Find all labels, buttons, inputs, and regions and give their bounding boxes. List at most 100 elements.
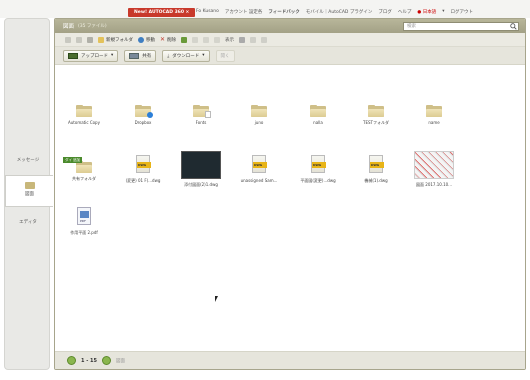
file-item[interactable]: Fonts bbox=[172, 105, 230, 125]
file-label: unassigned Sam... bbox=[240, 178, 278, 183]
nav-account-settings[interactable]: アカウント 設定各 bbox=[225, 9, 262, 15]
download-icon: ⤓ bbox=[167, 53, 170, 59]
pdf-file-icon: PDF bbox=[77, 207, 91, 225]
copy-icon[interactable] bbox=[192, 36, 199, 43]
folder-icon bbox=[310, 105, 326, 117]
sidebar-item-editor[interactable]: エディタ bbox=[5, 219, 51, 225]
up-folder-icon[interactable] bbox=[87, 36, 93, 43]
file-item[interactable]: DWG 平面図(変更)...dwg bbox=[289, 153, 347, 184]
download-button[interactable]: ⤓ ダウンロード ▾ bbox=[162, 49, 210, 62]
folder-icon bbox=[426, 105, 442, 117]
page-title: 図面 bbox=[63, 24, 75, 30]
refresh-icon[interactable] bbox=[261, 36, 268, 43]
paste-icon[interactable] bbox=[214, 36, 221, 43]
dwg-file-icon: DWG bbox=[252, 155, 267, 173]
nav-help[interactable]: ヘルプ bbox=[398, 9, 412, 15]
file-label: Fonts bbox=[195, 120, 207, 125]
delete-button[interactable]: ✕ 削除 bbox=[160, 36, 176, 43]
file-label: Automatic Copy bbox=[68, 120, 100, 125]
file-item[interactable]: DWG (変更) 01 F(...dwg bbox=[114, 153, 172, 184]
previous-page-icon[interactable] bbox=[67, 356, 76, 365]
move-label: 移動 bbox=[146, 37, 155, 43]
file-label: 平面図(変更)...dwg bbox=[300, 178, 336, 183]
file-item[interactable]: Automatic Copy bbox=[55, 105, 113, 125]
sidebar-item-drawings[interactable]: 図面 bbox=[5, 175, 53, 207]
file-label: (変更) 01 F(...dwg bbox=[125, 178, 161, 183]
file-panel: 図面 (35 ファイル) 検索 新規フォルダ 移動 ✕ 削除 表示 アップロード… bbox=[54, 18, 526, 370]
open-button[interactable]: 開く bbox=[215, 49, 235, 62]
list-view-icon[interactable] bbox=[239, 36, 246, 43]
nav-language-dropdown[interactable]: ▾ bbox=[442, 9, 444, 15]
file-label: Dropbox bbox=[134, 120, 152, 125]
folder-icon bbox=[368, 105, 384, 117]
file-label: 共有フォルダ bbox=[72, 176, 96, 181]
file-item[interactable]: nalla bbox=[289, 105, 347, 125]
search-icon[interactable] bbox=[510, 23, 517, 30]
file-item[interactable]: ダイ 追加 共有フォルダ bbox=[55, 157, 113, 182]
file-item[interactable]: DWG unassigned Sam... bbox=[230, 153, 288, 183]
file-label: 添付図面(2)1.dwg bbox=[184, 182, 218, 187]
file-item[interactable]: 図面 2017.10.10... bbox=[405, 151, 463, 188]
chevron-down-icon: ▾ bbox=[202, 53, 205, 58]
search-input[interactable]: 検索 bbox=[403, 22, 519, 31]
file-item[interactable]: 添付図面(2)1.dwg bbox=[172, 151, 230, 188]
nav-logout[interactable]: ログアウト bbox=[450, 9, 473, 15]
back-icon[interactable] bbox=[65, 36, 71, 43]
file-item[interactable]: TESTフォルダ bbox=[347, 105, 405, 126]
sidebar: メッセージ 図面 エディタ bbox=[4, 18, 53, 370]
file-label: nalla bbox=[313, 120, 323, 125]
folder-icon bbox=[24, 182, 35, 189]
share-button[interactable]: 共有 bbox=[124, 49, 157, 62]
search-placeholder: 検索 bbox=[407, 24, 416, 29]
drawing-thumbnail bbox=[181, 151, 221, 179]
dropbox-folder-icon bbox=[135, 105, 153, 118]
file-item[interactable]: name bbox=[405, 105, 463, 125]
file-label: TESTフォルダ bbox=[363, 120, 389, 125]
top-nav: Fo Kusano アカウント 設定各 フィードバック モバイル｜AutoCAD… bbox=[196, 9, 473, 15]
top-bar: New! AUTOCAD 360 × Fo Kusano アカウント 設定各 フ… bbox=[0, 0, 530, 18]
forward-icon[interactable] bbox=[76, 36, 82, 43]
file-label: juno bbox=[254, 120, 264, 125]
sidebar-item-messages[interactable]: メッセージ bbox=[5, 157, 51, 163]
new-badge: ダイ 追加 bbox=[63, 157, 83, 163]
grid-view-icon[interactable] bbox=[250, 36, 257, 43]
upload-button[interactable]: アップロード ▾ bbox=[63, 49, 119, 62]
folder-icon bbox=[76, 105, 92, 117]
new-folder-button[interactable]: 新規フォルダ bbox=[98, 36, 133, 43]
dwg-file-icon: DWG bbox=[136, 155, 151, 173]
file-label: name bbox=[428, 120, 440, 125]
dwg-file-icon: DWG bbox=[369, 155, 384, 173]
next-page-icon[interactable] bbox=[102, 356, 111, 365]
file-item[interactable]: DWG 機械(1).dwg bbox=[347, 153, 405, 184]
share-label: 共有 bbox=[142, 53, 152, 59]
move-button[interactable]: 移動 bbox=[138, 36, 155, 43]
sidebar-item-label: メッセージ bbox=[16, 158, 40, 163]
pagination-label: 図面 bbox=[116, 358, 125, 364]
sync-icon[interactable] bbox=[181, 36, 188, 43]
promo-banner[interactable]: New! AUTOCAD 360 × bbox=[128, 8, 196, 17]
open-label: 開く bbox=[220, 53, 230, 59]
nav-blog[interactable]: ブログ bbox=[378, 9, 392, 15]
view-label: 表示 bbox=[225, 37, 235, 43]
page-range: 1 - 15 bbox=[81, 357, 97, 364]
file-item[interactable]: juno bbox=[230, 105, 288, 125]
sidebar-item-label: エディタ bbox=[19, 220, 37, 225]
file-label: 機械(1).dwg bbox=[364, 178, 388, 183]
sidebar-item-label: 図面 bbox=[25, 192, 34, 197]
file-label: 図面 2017.10.10... bbox=[416, 182, 452, 187]
cut-icon[interactable] bbox=[203, 36, 210, 43]
document-folder-icon bbox=[193, 105, 211, 118]
file-label: 作用平面 2.pdf bbox=[70, 230, 98, 235]
file-item[interactable]: PDF 作用平面 2.pdf bbox=[55, 205, 113, 236]
download-label: ダウンロード bbox=[172, 53, 200, 59]
delete-icon: ✕ bbox=[160, 36, 166, 43]
nav-mobile-plugin[interactable]: モバイル｜AutoCAD プラグイン bbox=[306, 9, 373, 15]
drawing-thumbnail bbox=[414, 151, 454, 179]
toolbar-secondary: アップロード ▾ 共有 ⤓ ダウンロード ▾ 開く bbox=[55, 47, 525, 65]
file-item[interactable]: Dropbox bbox=[114, 105, 172, 125]
nav-feedback[interactable]: フィードバック bbox=[268, 9, 299, 15]
nav-language[interactable]: ● 日本語 bbox=[417, 9, 436, 15]
new-folder-label: 新規フォルダ bbox=[106, 37, 133, 43]
upload-icon bbox=[68, 52, 78, 59]
nav-user[interactable]: Fo Kusano bbox=[196, 9, 219, 15]
